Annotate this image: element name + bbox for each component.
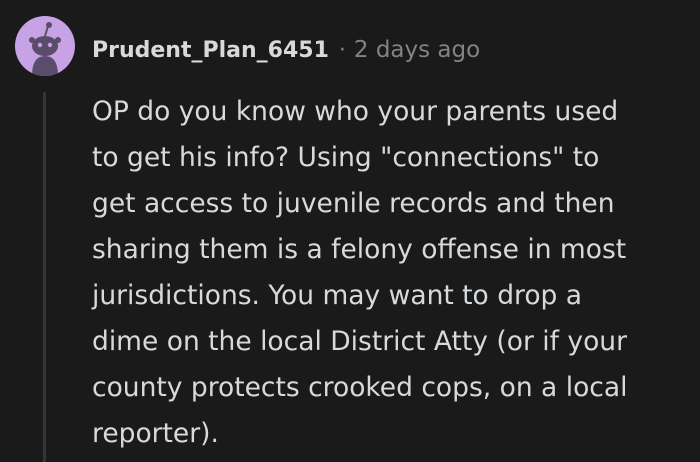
comment: Prudent_Plan_6451 · 2 days ago OP do you… [0, 0, 700, 462]
thread-line[interactable] [43, 92, 46, 462]
comment-line: county protects crooked cops, on a local [92, 372, 628, 403]
username-link[interactable]: Prudent_Plan_6451 [92, 38, 329, 63]
timestamp[interactable]: 2 days ago [354, 37, 480, 63]
comment-line: sharing them is a felony offense in most [92, 234, 627, 265]
comment-body: OP do you know who your parents used to … [92, 89, 692, 457]
comment-line: OP do you know who your parents used [92, 96, 619, 127]
comment-meta: Prudent_Plan_6451 · 2 days ago [92, 32, 480, 68]
comment-line: dime on the local District Atty (or if y… [92, 326, 627, 357]
user-avatar[interactable] [15, 16, 75, 76]
meta-separator: · [338, 37, 346, 63]
comment-line: get access to juvenile records and then [92, 188, 615, 219]
snoo-avatar-icon [29, 22, 61, 76]
comment-line: jurisdictions. You may want to drop a [92, 280, 583, 311]
comment-line: to get his info? Using "connections" to [92, 142, 600, 173]
comment-line: reporter). [92, 418, 219, 449]
